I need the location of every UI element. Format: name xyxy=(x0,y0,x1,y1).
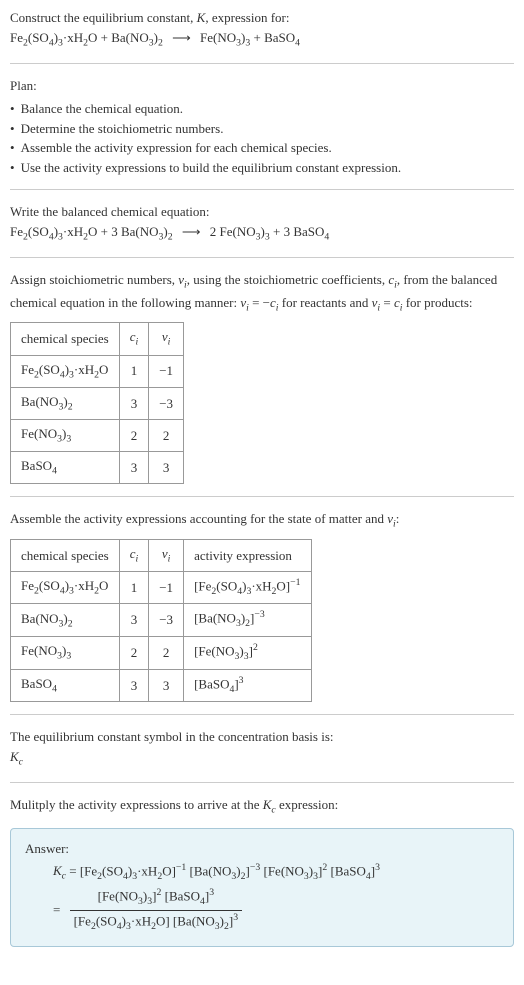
plan-item: •Determine the stoichiometric numbers. xyxy=(10,119,514,139)
divider xyxy=(10,257,514,258)
cell-species: Ba(NO3)2 xyxy=(11,604,120,637)
col-species: chemical species xyxy=(11,539,120,571)
plan-item: •Assemble the activity expression for ea… xyxy=(10,138,514,158)
plan-item: •Use the activity expressions to build t… xyxy=(10,158,514,178)
cell-vi: −3 xyxy=(149,604,184,637)
symbol-section: The equilibrium constant symbol in the c… xyxy=(10,727,514,770)
table-row: Fe2(SO4)3·xH2O 1 −1 [Fe2(SO4)3·xH2O]−1 xyxy=(11,571,312,604)
divider xyxy=(10,496,514,497)
activity-table: chemical species ci νi activity expressi… xyxy=(10,539,312,702)
cell-vi: −3 xyxy=(149,387,184,419)
table-row: Fe2(SO4)3·xH2O 1 −1 xyxy=(11,355,184,387)
cell-vi: 3 xyxy=(149,452,184,484)
plan-section: Plan: •Balance the chemical equation. •D… xyxy=(10,76,514,178)
fraction: [Fe(NO3)3]2 [BaSO4]3 [Fe2(SO4)3·xH2O] [B… xyxy=(70,886,243,934)
balanced-title: Write the balanced chemical equation: xyxy=(10,202,514,222)
cell-ci: 1 xyxy=(119,355,149,387)
activity-section: Assemble the activity expressions accoun… xyxy=(10,509,514,702)
intro-equation: Fe2(SO4)3·xH2O + Ba(NO3)2 ⟶ Fe(NO3)3 + B… xyxy=(10,28,514,51)
symbol-value: Kc xyxy=(10,747,514,770)
col-ci: ci xyxy=(119,539,149,571)
cell-vi: 2 xyxy=(149,420,184,452)
cell-ci: 3 xyxy=(119,452,149,484)
balanced-equation: Fe2(SO4)3·xH2O + 3 Ba(NO3)2 ⟶ 2 Fe(NO3)3… xyxy=(10,222,514,245)
arrow-icon: ⟶ xyxy=(182,224,201,239)
answer-line2: = [Fe(NO3)3]2 [BaSO4]3 [Fe2(SO4)3·xH2O] … xyxy=(53,886,499,934)
divider xyxy=(10,189,514,190)
cell-activity: [Fe(NO3)3]2 xyxy=(184,637,311,670)
cell-species: Fe2(SO4)3·xH2O xyxy=(11,355,120,387)
bullet-icon: • xyxy=(10,138,15,158)
multiply-text: Mulitply the activity expressions to arr… xyxy=(10,795,514,818)
cell-ci: 2 xyxy=(119,637,149,670)
cell-vi: −1 xyxy=(149,355,184,387)
answer-label: Answer: xyxy=(25,839,499,859)
cell-species: Fe2(SO4)3·xH2O xyxy=(11,571,120,604)
col-vi: νi xyxy=(149,539,184,571)
table-row: BaSO4 3 3 [BaSO4]3 xyxy=(11,669,312,702)
cell-activity: [BaSO4]3 xyxy=(184,669,311,702)
cell-species: Fe(NO3)3 xyxy=(11,637,120,670)
plan-title: Plan: xyxy=(10,76,514,96)
bullet-icon: • xyxy=(10,158,15,178)
arrow-icon: ⟶ xyxy=(172,30,191,45)
symbol-text: The equilibrium constant symbol in the c… xyxy=(10,727,514,747)
table-row: Fe(NO3)3 2 2 xyxy=(11,420,184,452)
cell-species: Fe(NO3)3 xyxy=(11,420,120,452)
fraction-numerator: [Fe(NO3)3]2 [BaSO4]3 xyxy=(70,886,243,911)
divider xyxy=(10,782,514,783)
cell-vi: −1 xyxy=(149,571,184,604)
cell-species: BaSO4 xyxy=(11,669,120,702)
col-ci: ci xyxy=(119,323,149,355)
col-species: chemical species xyxy=(11,323,120,355)
activity-text: Assemble the activity expressions accoun… xyxy=(10,509,514,532)
cell-ci: 2 xyxy=(119,420,149,452)
table-row: Ba(NO3)2 3 −3 [Ba(NO3)2]−3 xyxy=(11,604,312,637)
divider xyxy=(10,63,514,64)
answer-content: Kc = [Fe2(SO4)3·xH2O]−1 [Ba(NO3)2]−3 [Fe… xyxy=(53,861,499,935)
stoich-text: Assign stoichiometric numbers, νi, using… xyxy=(10,270,514,316)
table-row: Ba(NO3)2 3 −3 xyxy=(11,387,184,419)
cell-ci: 3 xyxy=(119,604,149,637)
stoich-section: Assign stoichiometric numbers, νi, using… xyxy=(10,270,514,485)
cell-activity: [Fe2(SO4)3·xH2O]−1 xyxy=(184,571,311,604)
balanced-section: Write the balanced chemical equation: Fe… xyxy=(10,202,514,245)
cell-ci: 1 xyxy=(119,571,149,604)
answer-line1: Kc = [Fe2(SO4)3·xH2O]−1 [Ba(NO3)2]−3 [Fe… xyxy=(53,861,499,885)
cell-vi: 3 xyxy=(149,669,184,702)
stoich-table: chemical species ci νi Fe2(SO4)3·xH2O 1 … xyxy=(10,322,184,484)
divider xyxy=(10,714,514,715)
cell-species: BaSO4 xyxy=(11,452,120,484)
table-row: BaSO4 3 3 xyxy=(11,452,184,484)
intro-section: Construct the equilibrium constant, K, e… xyxy=(10,8,514,51)
multiply-section: Mulitply the activity expressions to arr… xyxy=(10,795,514,818)
table-row: Fe(NO3)3 2 2 [Fe(NO3)3]2 xyxy=(11,637,312,670)
table-header-row: chemical species ci νi activity expressi… xyxy=(11,539,312,571)
cell-ci: 3 xyxy=(119,669,149,702)
col-vi: νi xyxy=(149,323,184,355)
plan-list: •Balance the chemical equation. •Determi… xyxy=(10,99,514,177)
bullet-icon: • xyxy=(10,119,15,139)
cell-ci: 3 xyxy=(119,387,149,419)
cell-vi: 2 xyxy=(149,637,184,670)
plan-item: •Balance the chemical equation. xyxy=(10,99,514,119)
col-activity: activity expression xyxy=(184,539,311,571)
cell-species: Ba(NO3)2 xyxy=(11,387,120,419)
cell-activity: [Ba(NO3)2]−3 xyxy=(184,604,311,637)
bullet-icon: • xyxy=(10,99,15,119)
fraction-denominator: [Fe2(SO4)3·xH2O] [Ba(NO3)2]3 xyxy=(70,911,243,935)
table-header-row: chemical species ci νi xyxy=(11,323,184,355)
answer-box: Answer: Kc = [Fe2(SO4)3·xH2O]−1 [Ba(NO3)… xyxy=(10,828,514,947)
intro-line1: Construct the equilibrium constant, K, e… xyxy=(10,8,514,28)
